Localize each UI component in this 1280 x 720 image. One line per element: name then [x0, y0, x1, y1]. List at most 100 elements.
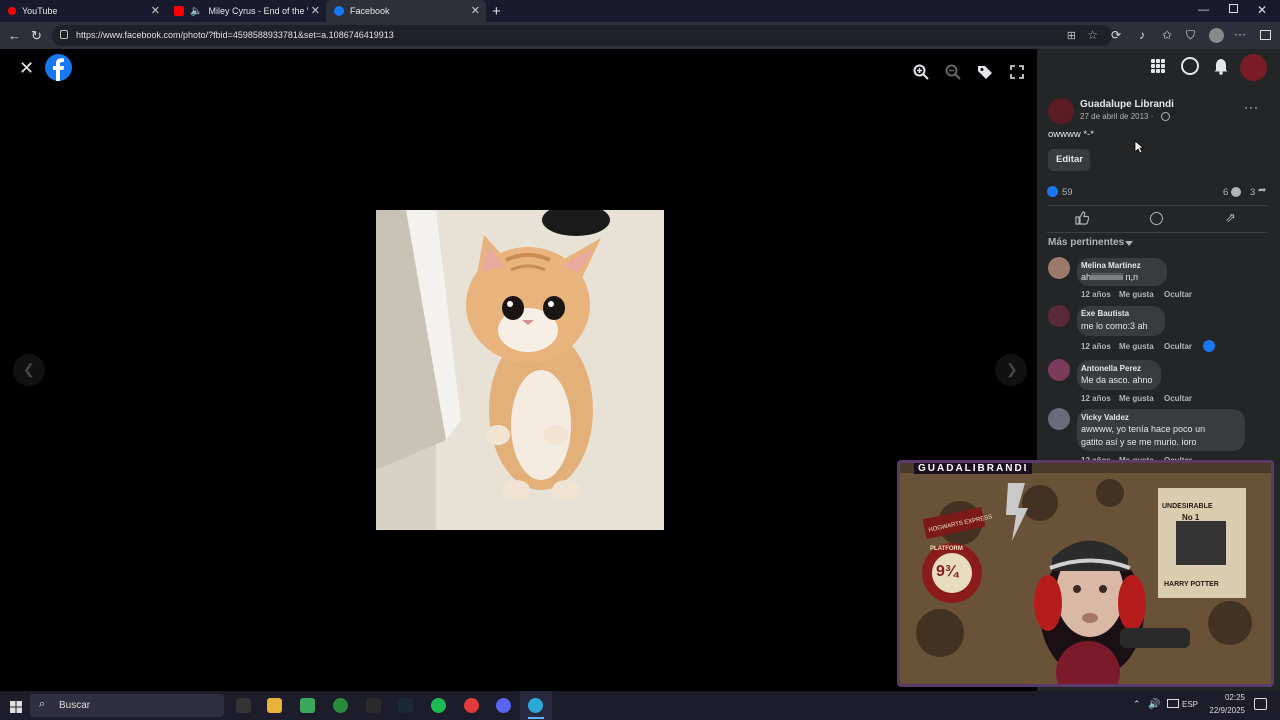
comment-hide-button[interactable]: Ocultar [1164, 342, 1192, 351]
like-count[interactable]: 59 [1062, 187, 1073, 198]
close-icon[interactable]: ✕ [151, 4, 160, 17]
comment-button-icon[interactable] [1150, 212, 1163, 225]
file-explorer-icon[interactable] [267, 698, 282, 713]
sidebar-toggle-icon[interactable] [1260, 30, 1271, 40]
close-icon[interactable]: ✕ [19, 58, 34, 79]
minimize-icon[interactable]: — [1198, 4, 1209, 16]
commenter-name[interactable]: Melina Martinez [1081, 261, 1141, 270]
favorites-icon[interactable]: ✩ [1162, 29, 1172, 42]
author-name[interactable]: Guadalupe Librandi [1080, 99, 1174, 110]
language-indicator[interactable]: ESP [1182, 700, 1198, 709]
close-window-icon[interactable]: ✕ [1257, 3, 1267, 17]
xbox-icon[interactable] [333, 698, 348, 713]
facebook-logo-icon[interactable] [45, 54, 72, 81]
poster-title: UNDESIRABLE [1162, 503, 1213, 510]
photo-viewer: ✕ ❮ ❯ [0, 49, 1037, 691]
notifications-bell-icon[interactable] [1213, 57, 1229, 75]
favorite-star-icon[interactable]: ☆ [1087, 28, 1098, 42]
obs-icon[interactable] [464, 698, 479, 713]
taskbar-search[interactable]: ⌕ Buscar [30, 694, 224, 717]
commenter-avatar[interactable] [1048, 305, 1070, 327]
clock-date[interactable]: 22/9/2025 [1200, 706, 1245, 715]
post-photo[interactable] [376, 210, 664, 530]
youtube-icon [174, 6, 184, 16]
chevron-down-icon[interactable] [1125, 241, 1133, 246]
commenter-name[interactable]: Antonella Perez [1081, 364, 1141, 373]
speaker-icon[interactable]: 🔈 [190, 6, 202, 17]
restore-icon[interactable] [1229, 4, 1238, 13]
edit-button[interactable]: Editar [1048, 149, 1090, 171]
browser-tab-bar: YouTube ✕ 🔈 Miley Cyrus - End of the Wo … [0, 0, 1280, 22]
comment-count[interactable]: 6 [1223, 187, 1228, 198]
close-icon[interactable]: ✕ [471, 4, 480, 17]
commenter-name[interactable]: Exe Bautista [1081, 309, 1129, 318]
extension-icon[interactable]: ⟳ [1111, 29, 1121, 42]
search-placeholder: Buscar [59, 700, 91, 711]
tab-miley-cyrus[interactable]: 🔈 Miley Cyrus - End of the Wo ✕ [166, 0, 326, 22]
task-view-icon[interactable] [236, 698, 251, 713]
comment-time[interactable]: 12 años [1081, 342, 1111, 351]
comment-like-button[interactable]: Me gusta [1119, 290, 1154, 299]
reload-icon[interactable]: ↻ [31, 29, 42, 42]
tab-youtube[interactable]: YouTube ✕ [0, 0, 166, 22]
share-count[interactable]: 3 [1250, 187, 1255, 198]
steam-icon[interactable] [398, 698, 413, 713]
shield-icon[interactable]: ⛉ [1186, 29, 1195, 42]
comment-hide-button[interactable]: Ocultar [1164, 394, 1192, 403]
url-field[interactable]: https://www.facebook.com/photo/?fbid=459… [52, 25, 1112, 46]
tab-facebook[interactable]: Facebook ✕ [326, 0, 486, 22]
minecraft-icon[interactable] [300, 698, 315, 713]
notification-center-icon[interactable] [1254, 698, 1267, 710]
comment-text: gatito así y se me murio. ioro [1081, 437, 1197, 447]
comment-like-button[interactable]: Me gusta [1119, 394, 1154, 403]
comment-text: awwww, yo tenía hace poco un [1081, 424, 1206, 434]
sort-comments-dropdown[interactable]: Más pertinentes [1048, 237, 1124, 248]
commenter-avatar[interactable] [1048, 359, 1070, 381]
more-icon[interactable]: ··· [1234, 28, 1246, 41]
comment-time[interactable]: 12 años [1081, 290, 1111, 299]
back-icon[interactable]: ← [8, 29, 21, 42]
new-tab-button[interactable]: + [492, 3, 501, 20]
post-options-icon[interactable]: ··· [1244, 100, 1259, 114]
network-icon[interactable] [1167, 699, 1179, 708]
apps-icon[interactable]: ⊞ [1067, 29, 1076, 42]
fullscreen-icon[interactable] [1010, 65, 1024, 84]
zoom-in-icon[interactable] [913, 64, 929, 85]
comment-time[interactable]: 12 años [1081, 394, 1111, 403]
platform-sign: PLATFORM [930, 546, 963, 552]
commenter-avatar[interactable] [1048, 408, 1070, 430]
epic-games-icon[interactable] [366, 698, 381, 713]
clock-time[interactable]: 02:25 [1205, 693, 1245, 702]
discord-icon[interactable] [496, 698, 511, 713]
like-button-icon[interactable] [1075, 211, 1090, 230]
chevron-up-icon[interactable]: ⌃ [1133, 699, 1141, 710]
commenter-name[interactable]: Vicky Valdez [1081, 413, 1129, 422]
spotify-icon[interactable] [431, 698, 446, 713]
next-photo-button[interactable]: ❯ [995, 354, 1027, 386]
comment-hide-button[interactable]: Ocultar [1164, 290, 1192, 299]
volume-icon[interactable]: 🔊 [1148, 699, 1160, 710]
tab-label: Facebook [350, 6, 390, 16]
edge-icon [528, 698, 543, 713]
edge-taskbar-button[interactable] [520, 691, 552, 720]
author-avatar[interactable] [1048, 98, 1074, 124]
comment-like-button[interactable]: Me gusta [1119, 342, 1154, 351]
poster-name: HARRY POTTER [1164, 581, 1219, 588]
close-icon[interactable]: ✕ [311, 4, 320, 17]
messenger-icon[interactable] [1181, 57, 1199, 75]
share-button-icon[interactable]: ⇗ [1225, 210, 1236, 226]
menu-grid-icon[interactable] [1149, 57, 1167, 75]
poster-number: No 1 [1182, 513, 1200, 522]
extension-icon[interactable]: ♪ [1139, 29, 1145, 42]
zoom-out-icon[interactable] [945, 64, 961, 85]
profile-avatar[interactable] [1209, 28, 1224, 43]
tag-icon[interactable] [977, 64, 993, 85]
platform-number: 9¾ [936, 563, 959, 580]
windows-start-icon[interactable] [10, 700, 22, 718]
commenter-avatar[interactable] [1048, 257, 1070, 279]
like-reaction-icon[interactable] [1203, 340, 1215, 352]
account-avatar[interactable] [1240, 54, 1267, 81]
previous-photo-button[interactable]: ❮ [13, 354, 45, 386]
post-date[interactable]: 27 de abril de 2013 · [1080, 112, 1153, 121]
like-reaction-icon[interactable] [1047, 186, 1058, 197]
